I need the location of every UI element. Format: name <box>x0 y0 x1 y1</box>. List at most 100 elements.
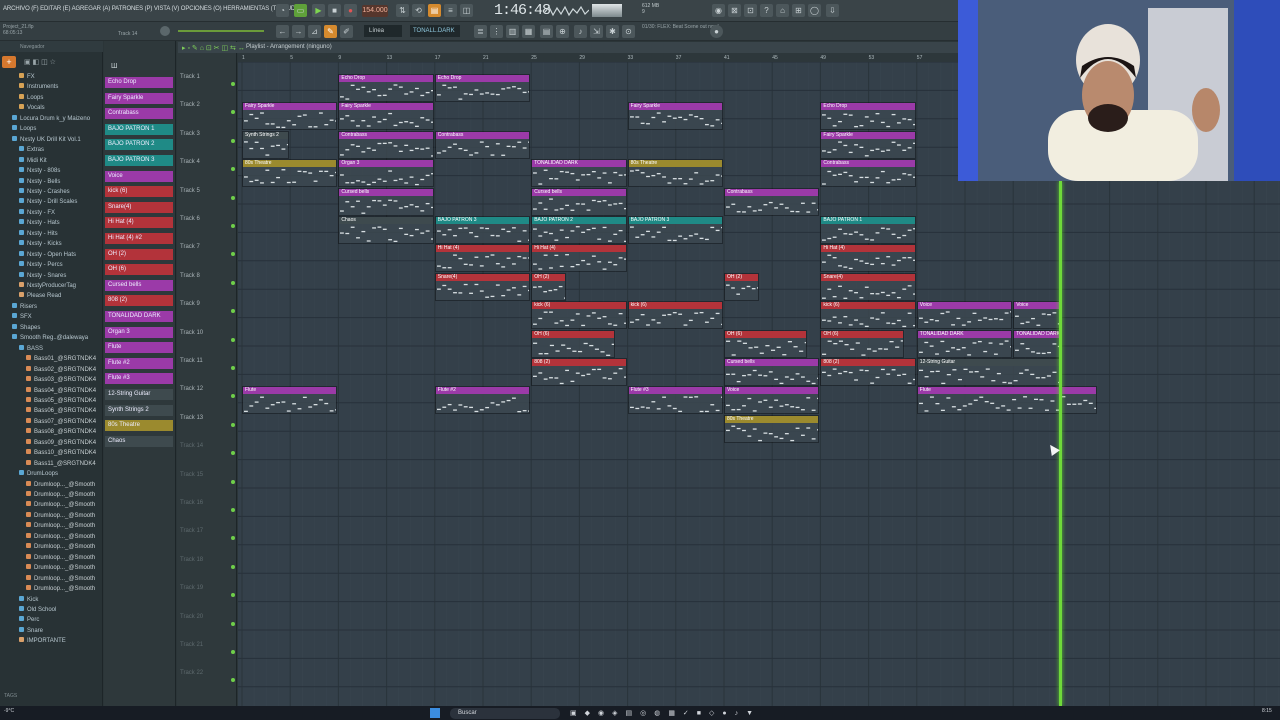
playlist-clip[interactable]: TONALIDAD DARK <box>916 329 1013 358</box>
channel-item[interactable]: Flute #3 <box>105 373 173 385</box>
browser-item[interactable]: Drumloop..._@Smooth <box>26 501 95 510</box>
browser-item[interactable]: Old School <box>19 605 56 615</box>
tempo-tapper-icon[interactable]: ♪ <box>574 25 587 38</box>
plugin-icon[interactable]: ⌂ <box>776 4 789 17</box>
channel-item[interactable]: Hi Hat (4) #2 <box>105 233 173 244</box>
browser-item[interactable]: Bass10_@SRGTNDK4 <box>26 449 96 458</box>
browser-item[interactable]: Shapes <box>12 323 40 333</box>
browser-header[interactable]: Navegador <box>0 41 103 52</box>
mixer-window-icon[interactable]: ≣ <box>474 25 487 38</box>
playlist-clip[interactable]: Contrabass <box>338 130 434 159</box>
browser-item[interactable]: Bass04_@SRGTNDK4 <box>26 386 96 396</box>
browser-item[interactable]: Drumloop..._@Smooth <box>26 574 95 584</box>
record-button[interactable]: ● <box>344 4 357 17</box>
wait-icon[interactable]: ◫ <box>460 4 473 17</box>
track-mute-led[interactable] <box>231 564 235 569</box>
track-label[interactable]: Track 19 <box>180 585 203 591</box>
track-label[interactable]: Track 8 <box>180 273 200 279</box>
track-label[interactable]: Track 22 <box>180 670 203 676</box>
playlist-clip[interactable]: Contrabass <box>724 187 820 216</box>
playlist-clip[interactable]: 808 (2) <box>820 358 916 386</box>
browser-item[interactable]: Bass07_@SRGTNDK4 <box>26 417 96 427</box>
browser-item[interactable]: NxstyProducerTag <box>19 282 76 291</box>
playlist-clip[interactable]: Echo Drop <box>820 102 916 131</box>
playlist-clip[interactable]: Voice <box>916 301 1013 330</box>
playlist-clip[interactable]: kick (6) <box>627 301 723 330</box>
browser-item[interactable]: Nxsty - Crashes <box>19 187 70 197</box>
playlist-clip[interactable]: BAJO PATRON 3 <box>434 216 531 244</box>
track-label[interactable]: Track 14 <box>180 443 203 449</box>
track-label[interactable]: Track 5 <box>180 188 200 194</box>
track-mute-led[interactable] <box>231 479 235 484</box>
stop-button[interactable]: ■ <box>328 4 341 17</box>
track-mute-led[interactable] <box>231 650 235 654</box>
playlist-clip[interactable]: OH (6) <box>820 329 904 358</box>
track-mute-led[interactable] <box>231 337 235 342</box>
track-label[interactable]: Track 17 <box>180 528 203 534</box>
piano-window-icon[interactable]: ▥ <box>506 25 519 38</box>
track-label[interactable]: Track 18 <box>180 557 203 563</box>
system-clock[interactable]: 8:15 <box>1262 708 1272 714</box>
track-label[interactable]: Track 12 <box>180 386 203 392</box>
track-mute-led[interactable] <box>231 621 235 626</box>
playlist-tools-icon[interactable]: ▸ ▫ ✎ ⌂ ⊡ ✂ ◫ ⇆ ↔ <box>182 44 245 52</box>
playlist-clip[interactable]: TONALIDAD DARK <box>531 159 627 188</box>
playlist-clip[interactable]: kick (6) <box>531 301 627 330</box>
track-label[interactable]: Track 21 <box>180 642 203 648</box>
channel-item[interactable]: Flute <box>105 342 173 354</box>
playlist-clip[interactable]: Fairy Sparkle <box>627 102 723 131</box>
browser-item[interactable]: Locura Drum k_y Maizeno <box>12 114 90 124</box>
browser-item[interactable]: Nxsty - 808s <box>19 167 60 176</box>
browser-tools-icon[interactable]: ▣ ◧ ◫ ☆ <box>24 58 56 66</box>
browser-item[interactable]: Extras <box>19 146 44 155</box>
track-mute-led[interactable] <box>231 280 235 285</box>
mixer-icon[interactable]: ≡ <box>444 4 457 17</box>
browser-icon[interactable]: ⊞ <box>792 4 805 17</box>
track-label[interactable]: Track 20 <box>180 614 203 620</box>
browser-item[interactable]: Bass09_@SRGTNDK4 <box>26 438 96 448</box>
track-mute-led[interactable] <box>231 195 235 200</box>
channel-item[interactable]: Fairy Sparkle <box>105 92 173 104</box>
cpu-icon[interactable]: ◉ <box>712 4 725 17</box>
channel-item[interactable]: 12-String Guitar <box>105 389 173 400</box>
touch-icon[interactable]: ⊙ <box>622 25 635 38</box>
track-mute-led[interactable] <box>231 366 235 370</box>
playlist-clip[interactable]: Chaos <box>338 216 434 244</box>
browser-item[interactable]: Nxsty - Drill Scales <box>19 198 77 207</box>
playlist-clip[interactable]: Fairy Sparkle <box>338 102 434 131</box>
browser-item[interactable]: Kick <box>19 595 38 605</box>
channel-item[interactable]: Cursed bells <box>105 279 173 291</box>
channel-item[interactable]: Organ 3 <box>105 326 173 338</box>
browser-item[interactable]: IMPORTANTE <box>19 637 66 646</box>
playlist-clip[interactable]: Contrabass <box>820 159 916 188</box>
browser-item[interactable]: Please Read <box>19 292 61 301</box>
browser-item[interactable]: Nxsty - Hats <box>19 219 60 228</box>
browser-add-icon[interactable]: + <box>2 56 16 68</box>
browser-item[interactable]: Nxsty - Open Hats <box>19 250 76 260</box>
playlist-clip[interactable]: Snare(4) <box>434 272 531 301</box>
browser-item[interactable]: Vocals <box>19 104 45 113</box>
playback-position-marker[interactable] <box>1059 181 1062 706</box>
playlist-clip[interactable]: Echo Drop <box>338 74 434 102</box>
channel-list-icon[interactable]: Ш <box>111 63 117 70</box>
browser-item[interactable]: Drumloop..._@Smooth <box>26 564 95 573</box>
browser-item[interactable]: Bass06_@SRGTNDK4 <box>26 407 96 416</box>
download-icon[interactable]: ⇩ <box>826 4 839 17</box>
pattern-song-toggle[interactable]: ▭ <box>294 4 307 17</box>
browser-item[interactable]: Smooth Reg..@dalewaya <box>12 334 88 343</box>
playlist-clip[interactable]: Flute <box>242 386 338 415</box>
browser-item[interactable]: Bass11_@SRGTNDK4 <box>26 459 96 469</box>
track-label[interactable]: Track 4 <box>180 159 200 165</box>
browser-item[interactable]: Drumloop..._@Smooth <box>26 480 95 490</box>
playlist-clip[interactable]: Voice <box>1013 301 1061 330</box>
browser-item[interactable]: Bass08_@SRGTNDK4 <box>26 428 96 437</box>
channel-item[interactable]: BAJO PATRON 2 <box>105 139 173 151</box>
channel-item[interactable]: Hi Hat (4) <box>105 217 173 229</box>
playlist-clip[interactable]: TONALIDAD DARK <box>1013 329 1061 358</box>
typing-keyboard-icon[interactable]: ▤ <box>428 4 441 17</box>
playlist-clip[interactable]: kick (6) <box>820 301 916 330</box>
playlist-clip[interactable]: 80s Theatre <box>724 414 820 443</box>
browser-item[interactable]: Nxsty - Kicks <box>19 240 62 249</box>
playlist-clip[interactable]: Fairy Sparkle <box>820 130 916 159</box>
channel-item[interactable]: 80s Theatre <box>105 420 173 432</box>
